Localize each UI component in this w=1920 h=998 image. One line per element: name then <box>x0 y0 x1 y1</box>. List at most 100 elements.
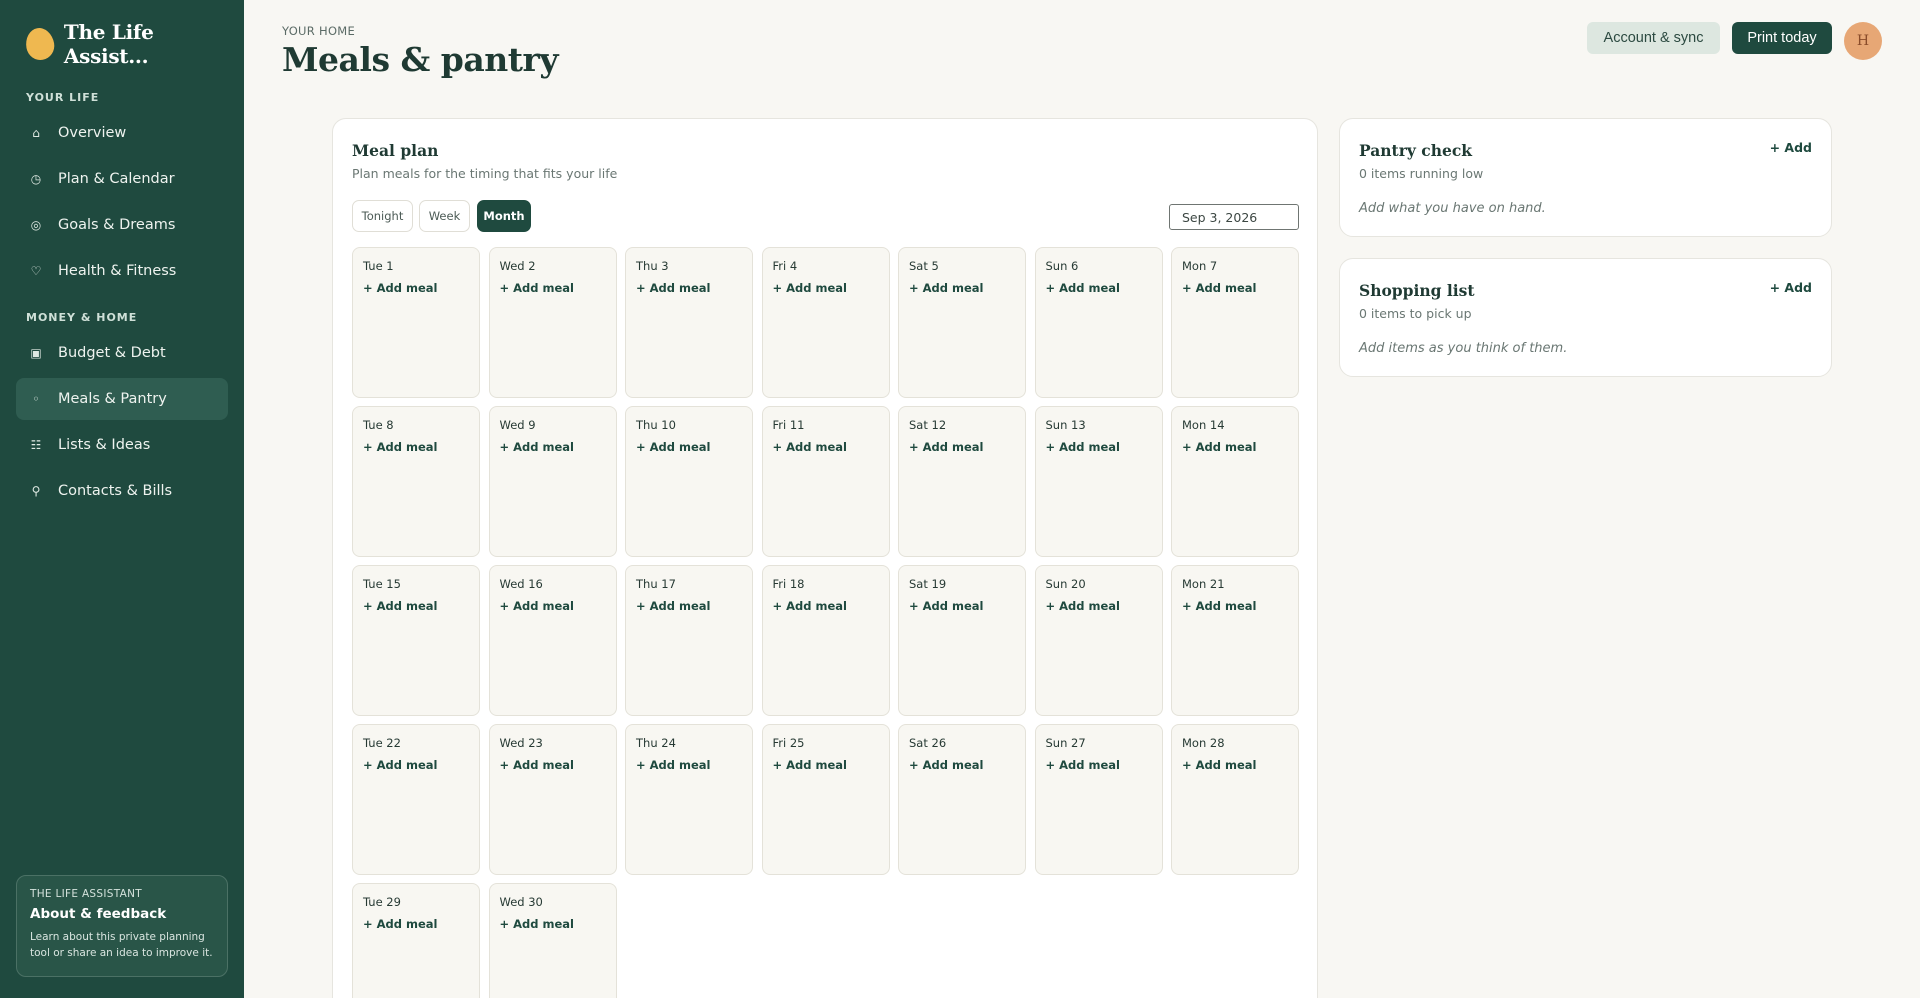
day-label: Sat 26 <box>909 736 947 750</box>
day-label: Sun 6 <box>1045 259 1079 273</box>
add-meal-button[interactable]: + Add meal <box>1182 281 1257 295</box>
sidebar-item-contacts-bills[interactable]: ⚲ Contacts & Bills <box>16 470 228 512</box>
day-label: Wed 30 <box>499 895 543 909</box>
shopping-list-panel: Shopping list 0 items to pick up + Add A… <box>1339 258 1832 377</box>
day-label: Wed 2 <box>499 259 536 273</box>
add-meal-button[interactable]: + Add meal <box>1182 758 1257 772</box>
add-meal-button[interactable]: + Add meal <box>773 599 848 613</box>
add-meal-button[interactable]: + Add meal <box>1046 758 1121 772</box>
sidebar-item-meals-pantry[interactable]: ◦ Meals & Pantry <box>16 378 228 420</box>
add-meal-button[interactable]: + Add meal <box>363 758 438 772</box>
calendar-day-cell: Thu 17 + Add meal <box>625 565 753 716</box>
day-label: Tue 8 <box>363 418 394 432</box>
add-meal-button[interactable]: + Add meal <box>500 281 575 295</box>
account-sync-button[interactable]: Account & sync <box>1587 22 1720 54</box>
day-label: Tue 15 <box>363 577 401 591</box>
add-meal-button[interactable]: + Add meal <box>363 440 438 454</box>
sidebar-item-label: Overview <box>58 125 127 141</box>
add-meal-button[interactable]: + Add meal <box>363 281 438 295</box>
calendar-day-cell: Thu 3 + Add meal <box>625 247 753 398</box>
day-label: Mon 7 <box>1182 259 1218 273</box>
day-label: Thu 17 <box>636 577 676 591</box>
calendar-day-cell: Tue 15 + Add meal <box>352 565 480 716</box>
day-label: Fri 11 <box>772 418 805 432</box>
day-label: Tue 1 <box>363 259 394 273</box>
add-meal-button[interactable]: + Add meal <box>909 281 984 295</box>
add-meal-button[interactable]: + Add meal <box>773 440 848 454</box>
page-title: Meals & pantry <box>282 40 559 79</box>
tab-month[interactable]: Month <box>477 200 531 232</box>
about-title: About & feedback <box>30 906 167 922</box>
day-label: Sun 27 <box>1045 736 1086 750</box>
tab-tonight[interactable]: Tonight <box>352 200 413 232</box>
day-label: Sat 19 <box>909 577 947 591</box>
day-label: Mon 28 <box>1182 736 1225 750</box>
target-icon: ◎ <box>30 218 42 232</box>
pantry-add-button[interactable]: + Add <box>1770 140 1812 155</box>
calendar-day-cell: Fri 25 + Add meal <box>761 724 890 875</box>
calendar-day-cell: Tue 22 + Add meal <box>352 724 480 875</box>
day-label: Wed 16 <box>499 577 543 591</box>
add-meal-button[interactable]: + Add meal <box>363 599 438 613</box>
calendar-day-cell: Wed 23 + Add meal <box>488 724 617 875</box>
calendar-day-cell: Thu 10 + Add meal <box>625 406 753 557</box>
day-label: Sun 20 <box>1045 577 1086 591</box>
add-meal-button[interactable]: + Add meal <box>500 758 575 772</box>
day-label: Tue 22 <box>363 736 401 750</box>
brand[interactable]: The Life Assist... <box>23 20 244 68</box>
pantry-check-panel: Pantry check 0 items running low + Add A… <box>1339 118 1832 237</box>
about-feedback-card[interactable]: THE LIFE ASSISTANT About & feedback Lear… <box>16 875 228 977</box>
day-label: Wed 9 <box>499 418 536 432</box>
add-meal-button[interactable]: + Add meal <box>773 758 848 772</box>
add-meal-button[interactable]: + Add meal <box>500 599 575 613</box>
calendar-day-cell: Tue 29 + Add meal <box>352 883 480 998</box>
sidebar-item-label: Goals & Dreams <box>58 217 176 233</box>
sidebar-item-label: Meals & Pantry <box>58 391 167 407</box>
avatar[interactable]: H <box>1844 22 1882 60</box>
add-meal-button[interactable]: + Add meal <box>1046 440 1121 454</box>
shopping-add-button[interactable]: + Add <box>1770 280 1812 295</box>
add-meal-button[interactable]: + Add meal <box>636 440 711 454</box>
add-meal-button[interactable]: + Add meal <box>636 599 711 613</box>
add-meal-button[interactable]: + Add meal <box>1182 599 1257 613</box>
heart-icon: ♡ <box>30 264 42 278</box>
sidebar-item-overview[interactable]: ⌂ Overview <box>16 112 228 154</box>
add-meal-button[interactable]: + Add meal <box>363 917 438 931</box>
calendar-day-cell: Sun 6 + Add meal <box>1034 247 1163 398</box>
calendar-day-cell: Mon 28 + Add meal <box>1171 724 1299 875</box>
add-meal-button[interactable]: + Add meal <box>636 281 711 295</box>
home-icon: ⌂ <box>32 126 40 140</box>
app-name: The Life Assist... <box>63 20 154 68</box>
sidebar-item-plan-calendar[interactable]: ◷ Plan & Calendar <box>16 158 228 200</box>
date-field[interactable] <box>1169 204 1299 230</box>
sidebar-item-budget-debt[interactable]: ▣ Budget & Debt <box>16 332 228 374</box>
add-meal-button[interactable]: + Add meal <box>1182 440 1257 454</box>
sidebar-item-label: Budget & Debt <box>58 345 166 361</box>
add-meal-button[interactable]: + Add meal <box>500 440 575 454</box>
add-meal-button[interactable]: + Add meal <box>909 440 984 454</box>
add-meal-button[interactable]: + Add meal <box>909 758 984 772</box>
calendar-day-cell: Tue 1 + Add meal <box>352 247 480 398</box>
nav-section-label: MONEY & HOME <box>26 311 138 324</box>
add-meal-button[interactable]: + Add meal <box>1046 599 1121 613</box>
add-meal-button[interactable]: + Add meal <box>1046 281 1121 295</box>
tab-week[interactable]: Week <box>419 200 470 232</box>
sidebar-item-goals-dreams[interactable]: ◎ Goals & Dreams <box>16 204 228 246</box>
sidebar-item-health-fitness[interactable]: ♡ Health & Fitness <box>16 250 228 292</box>
add-meal-button[interactable]: + Add meal <box>500 917 575 931</box>
add-meal-button[interactable]: + Add meal <box>909 599 984 613</box>
calendar-day-cell: Sat 26 + Add meal <box>898 724 1026 875</box>
print-today-button[interactable]: Print today <box>1732 22 1832 54</box>
add-meal-button[interactable]: + Add meal <box>636 758 711 772</box>
day-label: Sun 13 <box>1045 418 1086 432</box>
calendar-day-cell: Sun 13 + Add meal <box>1034 406 1163 557</box>
calendar-day-cell: Fri 4 + Add meal <box>761 247 890 398</box>
sidebar-item-label: Lists & Ideas <box>58 437 151 453</box>
sidebar-item-label: Plan & Calendar <box>58 171 175 187</box>
clock-icon: ◷ <box>30 172 42 186</box>
wallet-icon: ▣ <box>30 346 42 360</box>
shopping-empty-note: Add items as you think of them. <box>1359 341 1568 356</box>
day-label: Tue 29 <box>363 895 401 909</box>
sidebar-item-lists-ideas[interactable]: ☷ Lists & Ideas <box>16 424 228 466</box>
add-meal-button[interactable]: + Add meal <box>773 281 848 295</box>
